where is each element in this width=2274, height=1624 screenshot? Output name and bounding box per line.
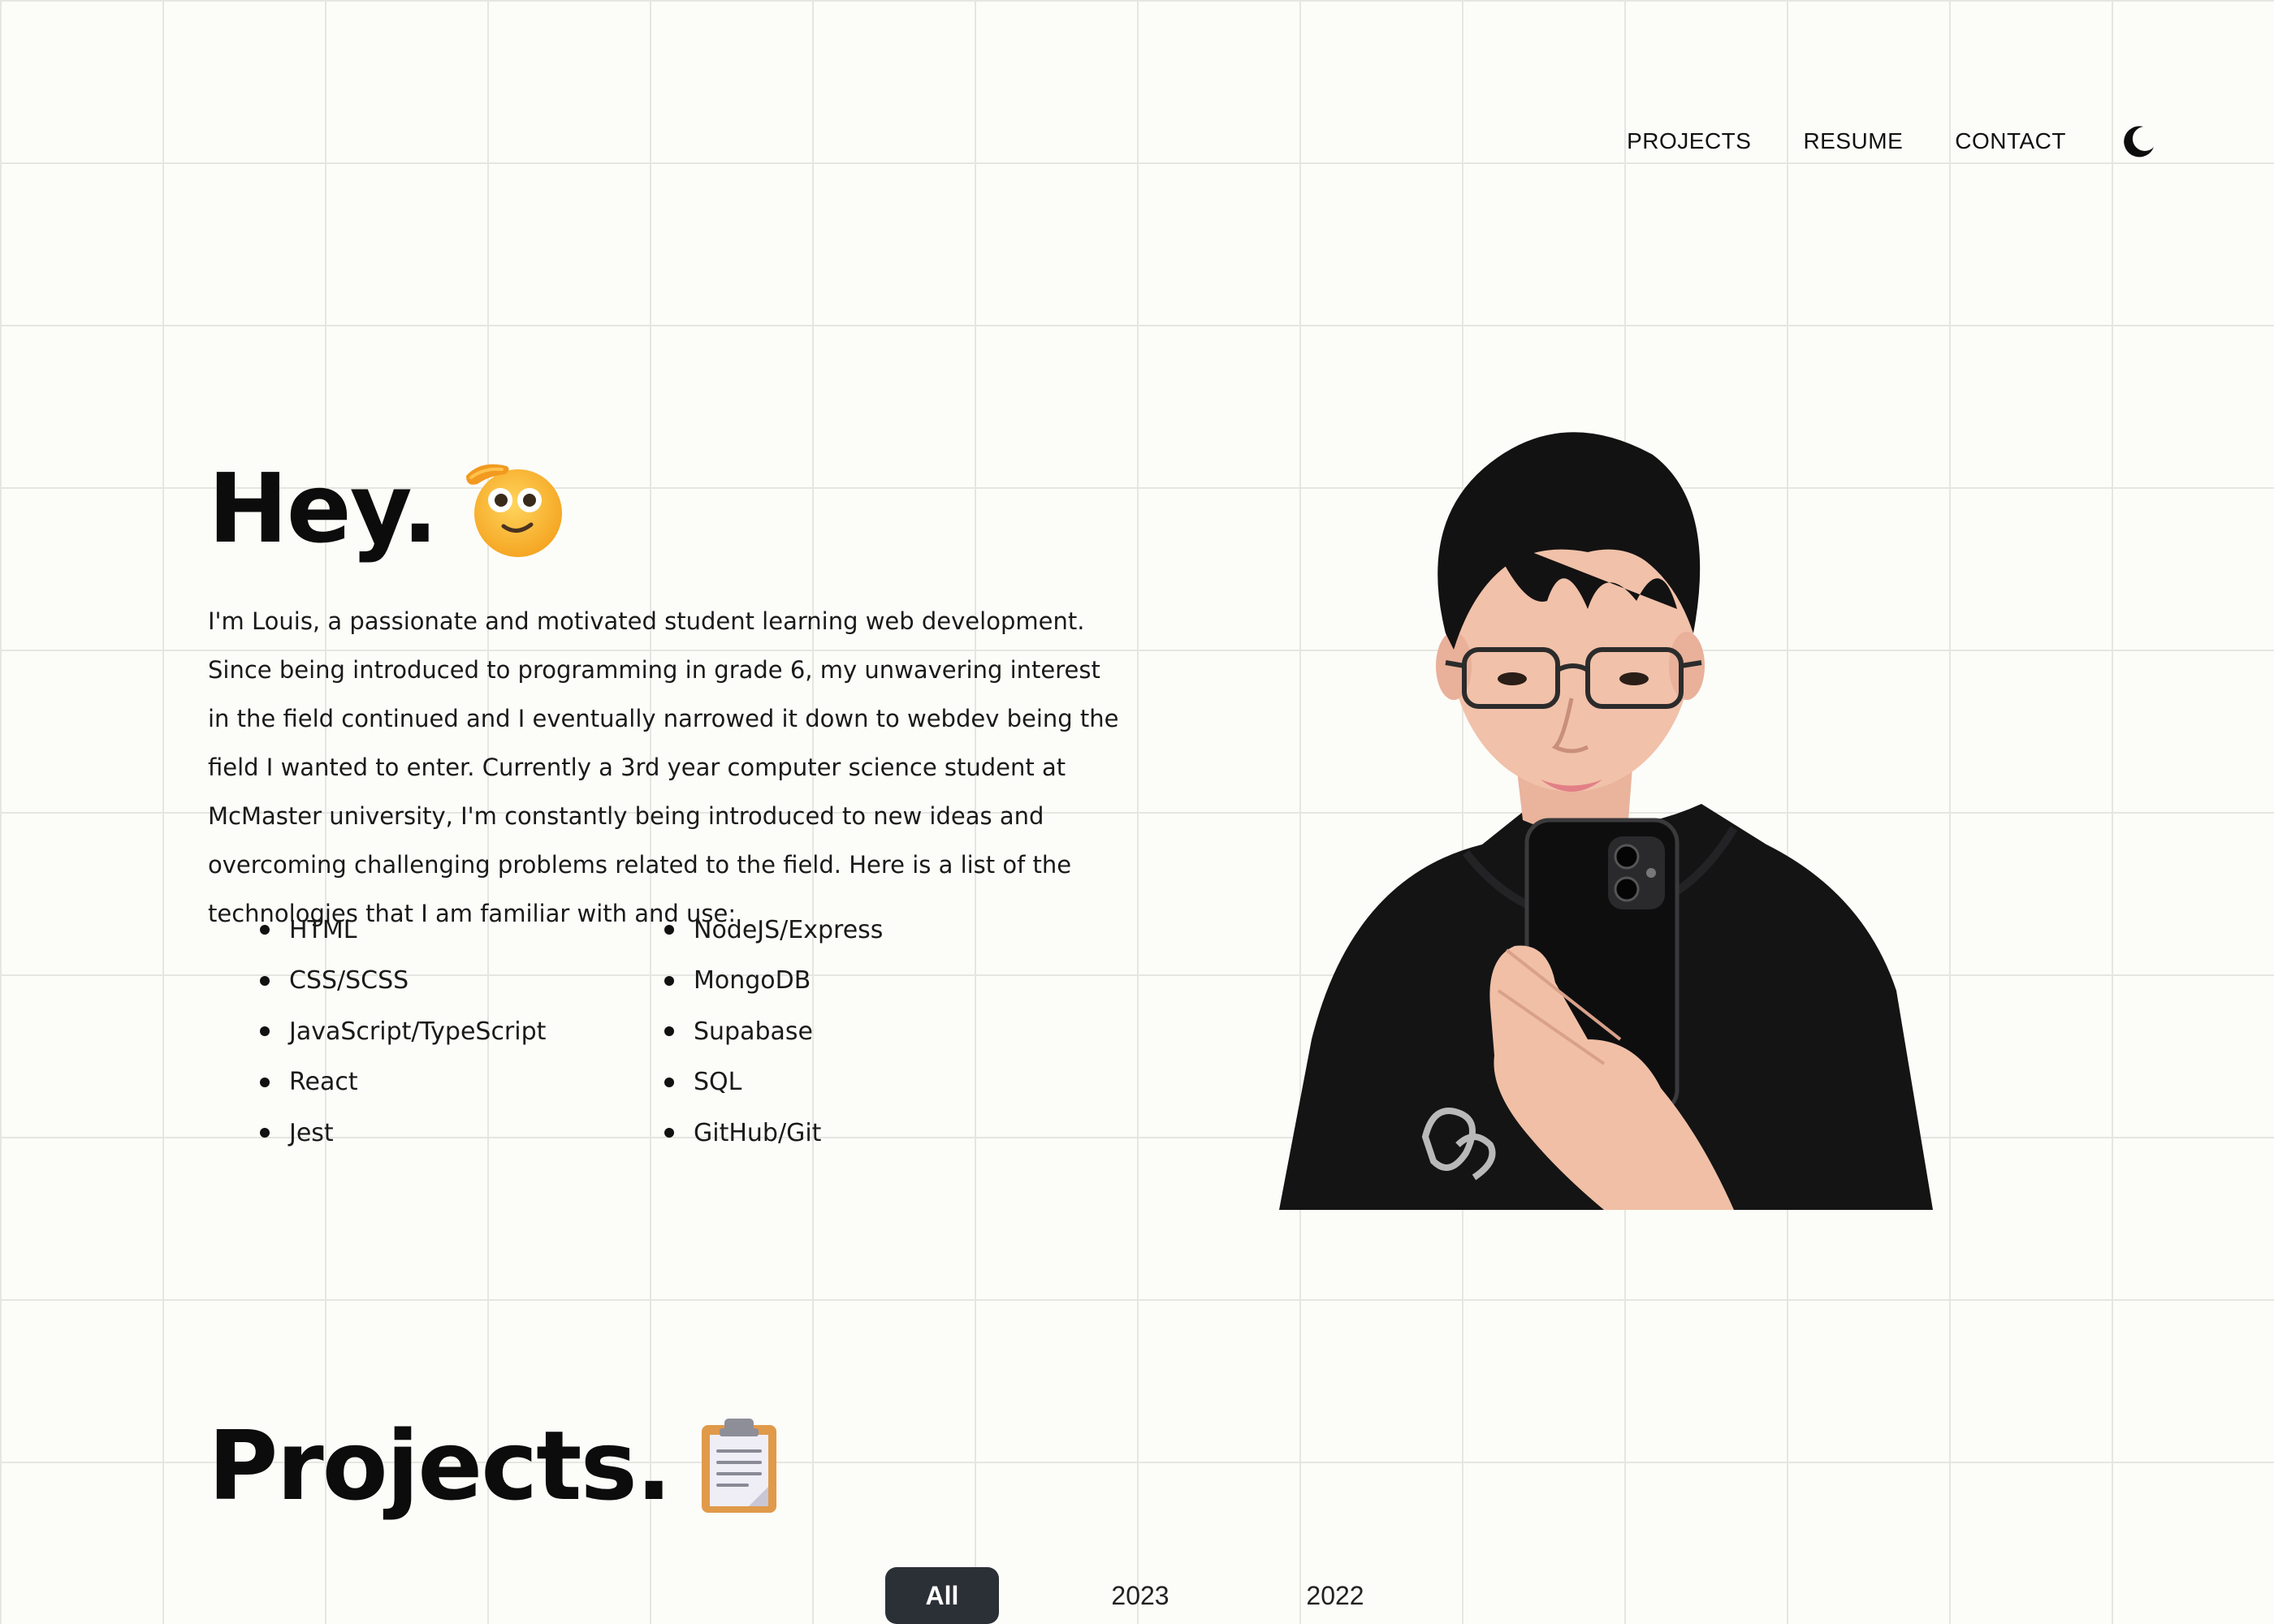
list-item: HTML	[260, 909, 664, 950]
project-filter-bar: All 2023 2022	[885, 1567, 1376, 1624]
intro-paragraph: I'm Louis, a passionate and motivated st…	[208, 607, 1119, 927]
filter-2022-button[interactable]: 2022	[1295, 1567, 1376, 1624]
nav-link-contact[interactable]: CONTACT	[1955, 128, 2066, 154]
hero-heading: Hey.	[208, 455, 567, 562]
list-item: GitHub/Git	[664, 1112, 908, 1153]
nav-link-resume[interactable]: RESUME	[1803, 128, 1903, 154]
list-item: SQL	[664, 1062, 908, 1103]
list-item: NodeJS/Express	[664, 909, 908, 950]
list-item: Supabase	[664, 1011, 908, 1052]
filter-all-button[interactable]: All	[885, 1567, 999, 1624]
profile-photo	[1279, 432, 1933, 1210]
projects-heading: Projects.	[208, 1417, 780, 1514]
projects-title: Projects.	[208, 1410, 672, 1522]
saluting-face-emoji-icon	[465, 464, 562, 557]
list-item: JavaScript/TypeScript	[260, 1011, 664, 1052]
technology-list: HTML NodeJS/Express CSS/SCSS MongoDB Jav…	[260, 909, 910, 1164]
filter-2023-button[interactable]: 2023	[1100, 1567, 1181, 1624]
clipboard-emoji-icon	[701, 1419, 776, 1513]
list-item: Jest	[260, 1112, 664, 1153]
hero-title: Hey.	[208, 452, 439, 564]
list-item: CSS/SCSS	[260, 961, 664, 1001]
list-item: MongoDB	[664, 961, 908, 1001]
list-item: React	[260, 1062, 664, 1103]
nav-link-projects[interactable]: PROJECTS	[1627, 128, 1751, 154]
main-nav: PROJECTS RESUME CONTACT	[1627, 123, 2157, 159]
moon-icon[interactable]	[2121, 123, 2157, 159]
